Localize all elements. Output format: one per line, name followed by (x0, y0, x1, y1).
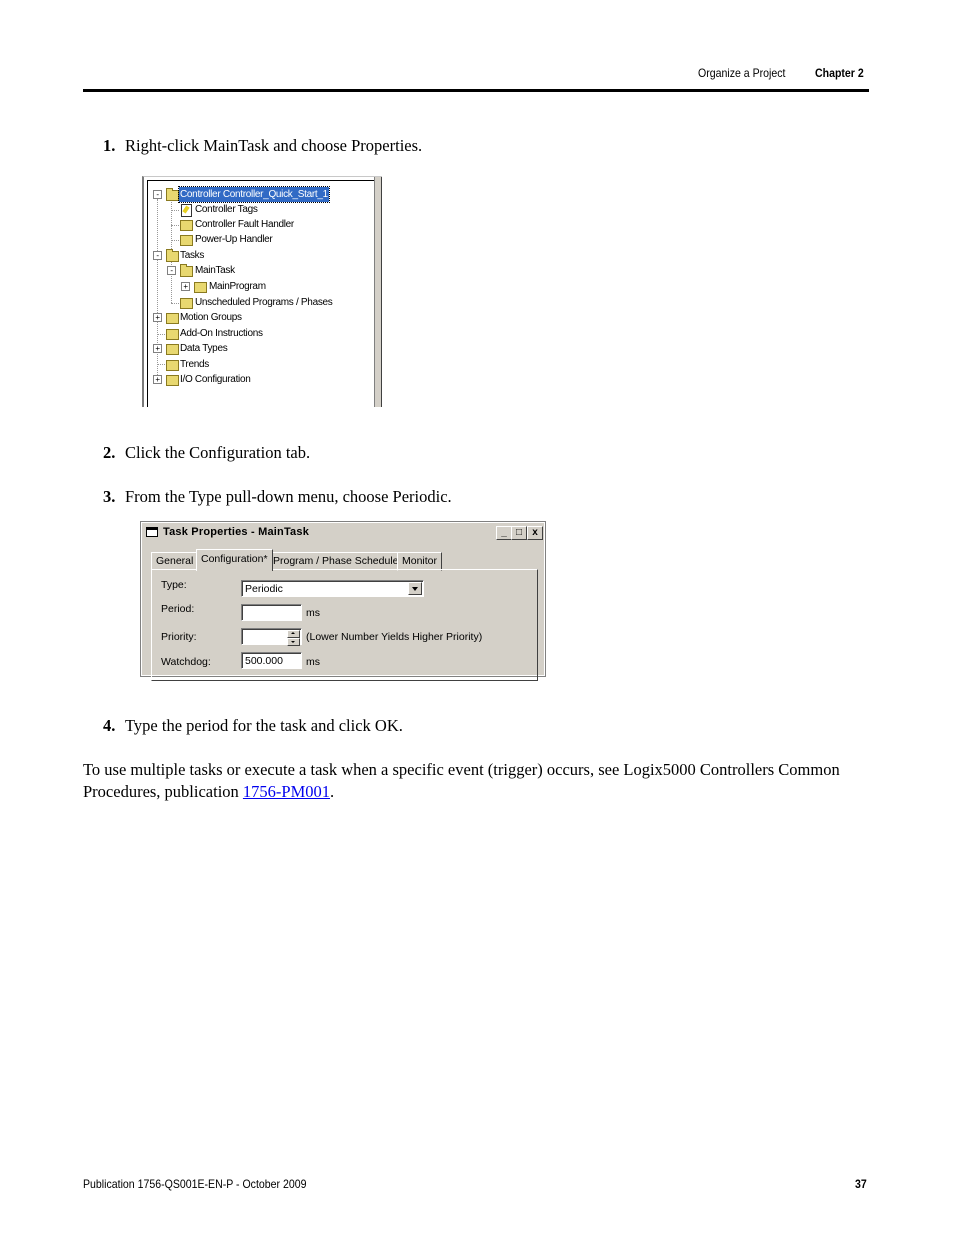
expand-icon[interactable]: + (153, 375, 162, 384)
footer-publication: Publication 1756-QS001E-EN-P - October 2… (83, 1177, 307, 1191)
paragraph-suffix: . (330, 782, 335, 801)
type-value: Periodic (245, 583, 283, 595)
folder-icon (180, 298, 193, 309)
collapse-icon[interactable]: - (167, 266, 176, 275)
folder-icon (166, 329, 179, 340)
running-header-section: Organize a Project (698, 66, 786, 80)
tree-item-label: I/O Configuration (180, 374, 251, 385)
expand-icon[interactable]: + (153, 344, 162, 353)
folder-icon (166, 344, 179, 355)
type-label: Type: (161, 579, 187, 591)
program-icon (194, 282, 207, 293)
step-number: 2. (103, 443, 116, 462)
tree-item-label: MainProgram (209, 281, 266, 292)
minimize-button[interactable]: _ (496, 526, 512, 540)
step-3: 3. From the Type pull-down menu, choose P… (103, 487, 452, 507)
step-number: 3. (103, 487, 116, 506)
priority-spinner[interactable] (241, 628, 302, 646)
task-properties-dialog: Task Properties - MainTask _ □ x General… (140, 521, 546, 681)
tab-configuration[interactable]: Configuration* (196, 549, 273, 571)
step-4: 4. Type the period for the task and click… (103, 716, 403, 736)
expand-icon[interactable]: + (153, 313, 162, 322)
folder-open-icon (166, 249, 179, 262)
step-text: Type the period for the task and click O… (125, 716, 403, 735)
tree-item-label: Data Types (180, 343, 228, 354)
paragraph-text: To use multiple tasks or execute a task … (83, 760, 840, 801)
task-icon (180, 264, 193, 277)
expand-icon[interactable]: + (181, 282, 190, 291)
step-text: Right-click MainTask and choose Properti… (125, 136, 423, 155)
step-2: 2. Click the Configuration tab. (103, 443, 310, 463)
page-number: 37 (855, 1177, 867, 1191)
dialog-title: Task Properties - MainTask (163, 526, 310, 538)
watchdog-input[interactable]: 500.000 (241, 652, 302, 669)
header-rule (83, 89, 869, 92)
dialog-titlebar[interactable]: Task Properties - MainTask _ □ x (143, 524, 543, 541)
chevron-down-icon[interactable] (408, 582, 422, 595)
spin-down-icon[interactable] (287, 638, 300, 646)
watchdog-label: Watchdog: (161, 656, 211, 668)
period-unit: ms (306, 607, 320, 619)
tree-item-label: Controller Fault Handler (195, 219, 294, 230)
watchdog-unit: ms (306, 656, 320, 668)
period-label: Period: (161, 603, 195, 615)
folder-open-icon (166, 188, 179, 201)
tree-item-label: Add-On Instructions (180, 328, 263, 339)
step-number: 1. (103, 136, 116, 155)
reference-paragraph: To use multiple tasks or execute a task … (83, 759, 873, 803)
controller-organizer-tree: - Controller Controller_Quick_Start_1 Co… (142, 176, 382, 407)
priority-label: Priority: (161, 631, 197, 643)
tree-item-label: Trends (180, 359, 209, 370)
tree-item-label: Unscheduled Programs / Phases (195, 297, 333, 308)
spinner-buttons[interactable] (287, 630, 300, 646)
folder-icon (166, 375, 179, 386)
collapse-icon[interactable]: - (153, 251, 162, 260)
tree-item-label: Motion Groups (180, 312, 242, 323)
tree-item-label: Controller Tags (195, 204, 258, 215)
spin-up-icon[interactable] (287, 630, 300, 638)
type-dropdown[interactable]: Periodic (241, 580, 424, 597)
tree-item-label: Tasks (180, 250, 205, 261)
step-number: 4. (103, 716, 116, 735)
folder-icon (180, 220, 193, 231)
publication-link[interactable]: 1756-PM001 (243, 782, 330, 801)
collapse-icon[interactable]: - (153, 190, 162, 199)
step-text: From the Type pull-down menu, choose Per… (125, 487, 452, 506)
folder-icon (180, 235, 193, 246)
step-1: 1. Right-click MainTask and choose Proper… (103, 136, 422, 156)
folder-icon (166, 313, 179, 324)
running-header-chapter: Chapter 2 (815, 66, 864, 80)
tree-item-label: Controller Controller_Quick_Start_1 (178, 186, 330, 203)
maximize-button[interactable]: □ (511, 526, 527, 540)
step-text: Click the Configuration tab. (125, 443, 311, 462)
tree-scrollbar[interactable] (374, 177, 382, 407)
tags-icon (181, 204, 192, 217)
period-input[interactable] (241, 604, 302, 621)
folder-icon (166, 360, 179, 371)
window-icon (146, 527, 158, 537)
close-button[interactable]: x (527, 526, 543, 540)
tree-item-label: MainTask (195, 265, 235, 276)
tree-item-label: Power-Up Handler (195, 234, 273, 245)
priority-note: (Lower Number Yields Higher Priority) (306, 631, 483, 643)
